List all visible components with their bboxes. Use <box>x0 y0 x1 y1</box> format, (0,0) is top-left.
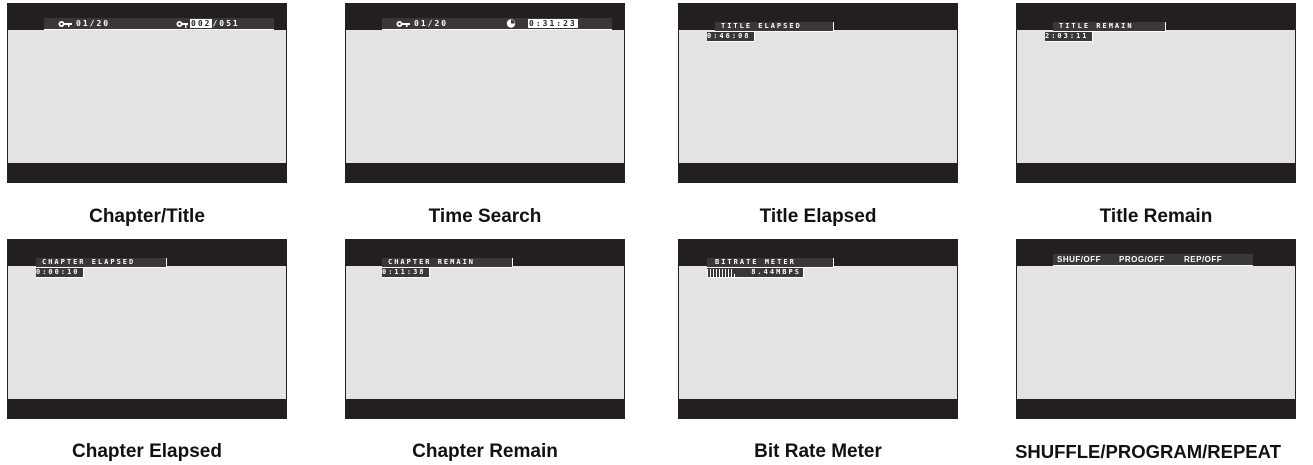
osd-banner: 01/20 002/051 <box>44 18 274 30</box>
osd-value: 2:03:11 <box>1045 32 1093 42</box>
osd-banner: SHUF/OFF PROG/OFF REP/OFF <box>1053 254 1253 266</box>
caption-chapter-elapsed: Chapter Elapsed <box>72 441 222 462</box>
title-total: /051 <box>212 19 240 28</box>
bitrate-readout: 8.44MBPS <box>707 268 804 278</box>
panel-title-elapsed: TITLE ELAPSED 0:46:08 <box>678 3 958 183</box>
shuffle-status: SHUF/OFF <box>1057 255 1101 264</box>
panel-shuffle-program-repeat: SHUF/OFF PROG/OFF REP/OFF <box>1016 239 1296 419</box>
screen-bottom-bar <box>1017 163 1295 182</box>
osd-label: CHAPTER REMAIN <box>382 258 513 268</box>
screen-bottom-bar <box>8 163 286 182</box>
caption-title-elapsed: Title Elapsed <box>759 206 877 227</box>
bitrate-meter-bars <box>707 268 737 277</box>
panel-chapter-title: 01/20 002/051 <box>7 3 287 183</box>
caption-bitrate-meter: Bit Rate Meter <box>754 441 882 462</box>
caption-shuffle-program-repeat: SHUFFLE/PROGRAM/REPEAT <box>1015 441 1281 462</box>
key-icon <box>396 18 410 29</box>
tv-screen: CHAPTER REMAIN 0:11:38 <box>345 239 625 419</box>
tv-screen: CHAPTER ELAPSED 0:00:10 <box>7 239 287 419</box>
caption-chapter-remain: Chapter Remain <box>412 441 558 462</box>
time-value: 0:31:23 <box>528 19 578 28</box>
bitrate-value: 8.44MBPS <box>751 268 801 276</box>
tv-screen: 01/20 0:31:23 <box>345 3 625 183</box>
chapter-counter: 01/20 <box>76 19 111 28</box>
screen-bottom-bar <box>346 163 624 182</box>
chapter-counter: 01/20 <box>414 19 449 28</box>
screen-bottom-bar <box>679 163 957 182</box>
caption-time-search: Time Search <box>428 206 542 227</box>
osd-label: TITLE REMAIN <box>1053 22 1166 32</box>
tv-screen: TITLE ELAPSED 0:46:08 <box>678 3 958 183</box>
osd-label: TITLE ELAPSED <box>715 22 834 32</box>
osd-value: 0:11:38 <box>382 268 430 278</box>
screen-bottom-bar <box>346 399 624 418</box>
tv-screen: TITLE REMAIN 2:03:11 <box>1016 3 1296 183</box>
panel-bitrate-meter: BITRATE METER 8.44MBPS <box>678 239 958 419</box>
repeat-status: REP/OFF <box>1184 255 1223 264</box>
tv-screen: BITRATE METER 8.44MBPS <box>678 239 958 419</box>
program-status: PROG/OFF <box>1119 255 1165 264</box>
osd-label: CHAPTER ELAPSED <box>36 258 167 268</box>
screen-bottom-bar <box>8 399 286 418</box>
osd-label: BITRATE METER <box>707 258 834 268</box>
screen-bottom-bar <box>679 399 957 418</box>
key-icon <box>58 18 72 29</box>
panel-chapter-remain: CHAPTER REMAIN 0:11:38 <box>345 239 625 419</box>
title-current: 002 <box>190 19 213 28</box>
panel-chapter-elapsed: CHAPTER ELAPSED 0:00:10 <box>7 239 287 419</box>
time-search-value: 0:31:23 <box>528 18 578 29</box>
caption-title-remain: Title Remain <box>1099 206 1213 227</box>
title-counter: 002/051 <box>190 18 240 29</box>
panel-time-search: 01/20 0:31:23 <box>345 3 625 183</box>
osd-banner: 01/20 0:31:23 <box>382 18 612 30</box>
osd-value: 0:00:10 <box>36 268 84 278</box>
tv-screen: SHUF/OFF PROG/OFF REP/OFF <box>1016 239 1296 419</box>
screen-bottom-bar <box>1017 399 1295 418</box>
panel-title-remain: TITLE REMAIN 2:03:11 <box>1016 3 1296 183</box>
caption-chapter-title: Chapter/Title <box>89 206 205 227</box>
title-key-icon <box>176 18 190 29</box>
tv-screen: 01/20 002/051 <box>7 3 287 183</box>
clock-icon <box>506 18 516 29</box>
osd-value: 0:46:08 <box>707 32 755 42</box>
